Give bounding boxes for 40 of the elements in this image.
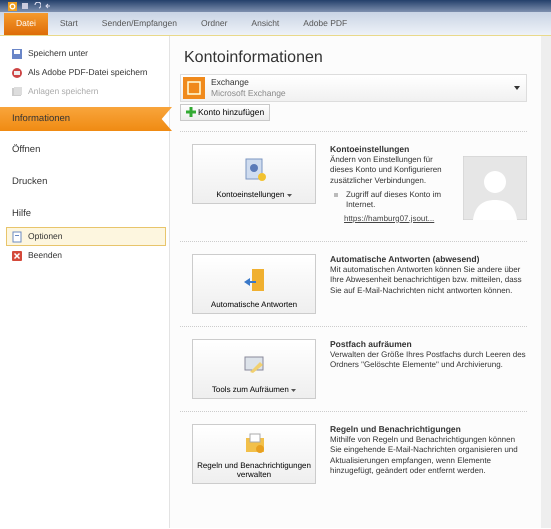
account-type: Microsoft Exchange (211, 88, 287, 99)
account-dropdown[interactable]: Exchange Microsoft Exchange (180, 74, 527, 102)
section-title: Automatische Antworten (abwesend) (330, 254, 480, 265)
ribbon-tab[interactable]: Ordner (188, 13, 240, 35)
plus-icon (186, 107, 196, 118)
undo-icon[interactable] (33, 2, 41, 10)
page-title: Kontoinformationen (184, 48, 324, 68)
add-account-button[interactable]: Konto hinzufügen (180, 104, 270, 121)
section-button[interactable]: Automatische Antworten (192, 254, 316, 314)
ribbon-tab[interactable]: Ansicht (239, 13, 292, 35)
bullet-icon (334, 192, 338, 197)
save-icon[interactable] (21, 2, 29, 10)
ribbon-tab[interactable]: Start (48, 13, 90, 35)
close-icon (11, 250, 23, 262)
section-button[interactable]: Regeln und Benachrichtigungen verwalten (192, 424, 316, 484)
account-link[interactable]: https://hamburg07.jsout... (344, 214, 434, 224)
nav-tab[interactable]: Informationen (0, 107, 172, 131)
section-description: Mithilfe von Regeln und Benachrichtigungen können Sie eingehende E-Mail-Nachrichten organisieren und Aktualisierungen empfangen, wenn Elemente hinzugefügt, geändert oder entfernt werden. (330, 434, 519, 476)
section-button[interactable]: Kontoeinstellungen (192, 144, 316, 204)
section-title: Regeln und Benachrichtigungen (330, 424, 462, 435)
ribbon-tab[interactable]: Adobe PDF (291, 13, 360, 35)
section-title: Postfach aufräumen (330, 338, 413, 350)
menu-item[interactable]: Beenden (6, 246, 166, 265)
nav-tab[interactable]: Öffnen (0, 137, 169, 163)
menu-item[interactable]: Speichern unter (6, 44, 166, 63)
app-icon (8, 2, 17, 10)
menu-item[interactable]: Als Adobe PDF-Datei speichern (6, 63, 166, 82)
bullet-text: Zugriff auf dieses Konto im Internet. (346, 190, 442, 211)
nav-tab[interactable]: Hilfe (0, 201, 169, 227)
ribbon-tab[interactable]: Senden/Empfangen (90, 13, 189, 35)
menu-item[interactable]: Optionen (6, 227, 166, 246)
account-name: Exchange (211, 77, 250, 88)
section-description: Ändern von Einstellungen für dieses Konto und Konfigurieren zusätzlicher Verbindungen. (330, 154, 443, 186)
section-title: Kontoeinstellungen (330, 144, 410, 155)
caret-icon (514, 86, 520, 90)
section-description: Mit automatischen Antworten können Sie andere über Ihre Abwesenheit benachrichtigen bzw. mitteilen, dass Sie auf E-Mail-Nachrichten nicht antworten können. (330, 264, 523, 296)
nav-tab[interactable]: Drucken (0, 169, 169, 195)
exchange-icon (183, 77, 205, 99)
section-description: Verwalten der Größe Ihres Postfachs durch Leeren des Ordners "Gelöschte Elemente" und Archivierung. (330, 350, 527, 371)
section-button[interactable]: Tools zum Aufräumen (192, 338, 316, 399)
